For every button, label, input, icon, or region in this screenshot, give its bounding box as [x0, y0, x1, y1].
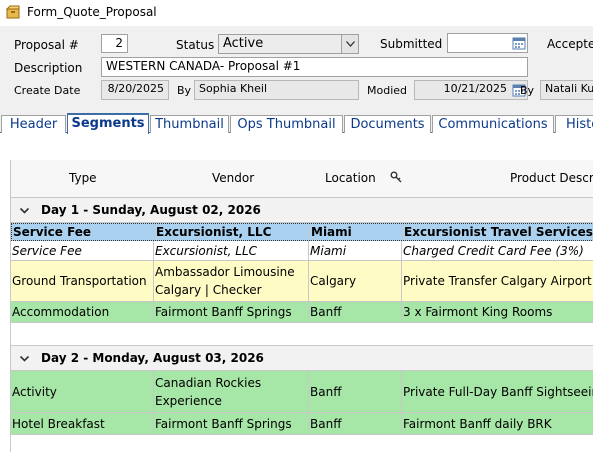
cell-product: Private Transfer Calgary Airport	[403, 274, 592, 288]
accepted-label: Accepte	[547, 37, 593, 51]
submitted-label: Submitted	[380, 37, 443, 51]
status-value: Active	[223, 36, 264, 51]
modified-label: Modied	[367, 84, 408, 97]
tab-bar: Header Segments Thumbnail Ops Thumbnail …	[0, 113, 593, 134]
cell-location: Miami	[309, 241, 402, 260]
day-label: Day 1 - Sunday, August 02, 2026	[41, 203, 261, 217]
proposal-header-form: Proposal # 2 Status Active Submitted Acc…	[0, 26, 593, 114]
cell-location: Banff	[309, 302, 402, 322]
description-field[interactable]: WESTERN CANADA- Proposal #1	[101, 57, 528, 77]
cell-location: Banff	[309, 371, 402, 412]
day-group-header[interactable]: Day 1 - Sunday, August 02, 2026	[11, 197, 593, 223]
created-by-field: Sophia Kheil	[194, 80, 359, 100]
table-row[interactable]: Service Fee Excursionist, LLC Miami Char…	[11, 241, 593, 261]
tab-communications[interactable]: Communications	[432, 115, 554, 133]
cell-vendor: Ambassador Limousine Calgary | Checker	[154, 261, 309, 301]
cell-product: Excursionist Travel Services Fe	[404, 225, 593, 239]
tab-ops-thumbnail[interactable]: Ops Thumbnail	[230, 115, 343, 133]
cell-vendor: Fairmont Banff Springs	[154, 413, 309, 434]
cell-location: Banff	[309, 413, 402, 434]
grid-header: Type Vendor Location Product Descri	[11, 160, 593, 198]
create-date-label: Create Date	[14, 84, 81, 97]
modified-date-field: 10/21/2025	[414, 80, 528, 100]
day-group-header[interactable]: Day 2 - Monday, August 03, 2026	[11, 345, 593, 371]
status-label: Status	[176, 38, 215, 52]
column-header-type[interactable]: Type	[69, 171, 97, 185]
tab-thumbnail[interactable]: Thumbnail	[150, 115, 229, 133]
cell-vendor: Canadian Rockies Experience	[154, 371, 309, 412]
segments-panel: Type Vendor Location Product Descri Day …	[0, 133, 593, 452]
table-row[interactable]: Service Fee Excursionist, LLC Miami Excu…	[11, 223, 593, 241]
status-select[interactable]: Active	[218, 34, 359, 54]
proposal-number-field[interactable]: 2	[101, 34, 128, 53]
cell-location: Calgary	[309, 261, 402, 301]
calendar-icon[interactable]	[512, 36, 526, 50]
created-by-label: By	[177, 84, 192, 97]
segments-grid: Type Vendor Location Product Descri Day …	[10, 160, 593, 452]
column-header-vendor[interactable]: Vendor	[212, 171, 254, 185]
cell-type: Accommodation	[11, 302, 154, 322]
table-row[interactable]: Ground Transportation Ambassador Limousi…	[11, 261, 593, 302]
chevron-down-icon[interactable]	[19, 205, 30, 216]
window-titlebar: Form_Quote_Proposal	[0, 0, 593, 26]
tab-header[interactable]: Header	[1, 115, 66, 133]
day-label: Day 2 - Monday, August 03, 2026	[41, 351, 264, 365]
description-label: Description	[14, 61, 83, 75]
cell-type: Activity	[11, 371, 154, 412]
chevron-down-icon[interactable]	[19, 353, 30, 364]
modified-by-label: By	[520, 84, 535, 97]
cell-location: Miami	[310, 224, 403, 240]
modified-by-field: Natali Kup	[540, 80, 593, 100]
cell-type: Ground Transportation	[11, 261, 154, 301]
day-spacer	[11, 323, 593, 345]
tab-documents[interactable]: Documents	[344, 115, 431, 133]
cell-vendor: Excursionist, LLC	[154, 241, 309, 260]
cell-vendor: Excursionist, LLC	[155, 224, 310, 240]
column-header-product-description[interactable]: Product Descri	[510, 171, 593, 185]
tab-segments[interactable]: Segments	[67, 113, 149, 134]
cell-type: Service Fee	[11, 241, 154, 260]
search-key-icon[interactable]	[390, 171, 402, 183]
cell-type: Service Fee	[12, 224, 155, 240]
table-row[interactable]: Activity Canadian Rockies Experience Ban…	[11, 371, 593, 413]
table-row[interactable]: Accommodation Fairmont Banff Springs Ban…	[11, 302, 593, 323]
cell-vendor: Fairmont Banff Springs	[154, 302, 309, 322]
form-box-icon	[6, 5, 20, 19]
cell-product: Private Full-Day Banff Sightseein	[403, 384, 593, 399]
chevron-down-icon[interactable]	[341, 35, 358, 53]
table-row[interactable]: Hotel Breakfast Fairmont Banff Springs B…	[11, 413, 593, 435]
cell-product: Fairmont Banff daily BRK	[403, 416, 552, 431]
cell-product: Charged Credit Card Fee (3%)	[403, 243, 584, 258]
column-header-location[interactable]: Location	[325, 171, 376, 185]
tab-history[interactable]: Histo	[555, 115, 593, 133]
create-date-field: 8/20/2025	[101, 80, 169, 100]
window-title: Form_Quote_Proposal	[27, 5, 157, 19]
proposal-number-label: Proposal #	[14, 38, 79, 52]
cell-type: Hotel Breakfast	[11, 413, 154, 434]
cell-product: 3 x Fairmont King Rooms	[403, 305, 553, 319]
